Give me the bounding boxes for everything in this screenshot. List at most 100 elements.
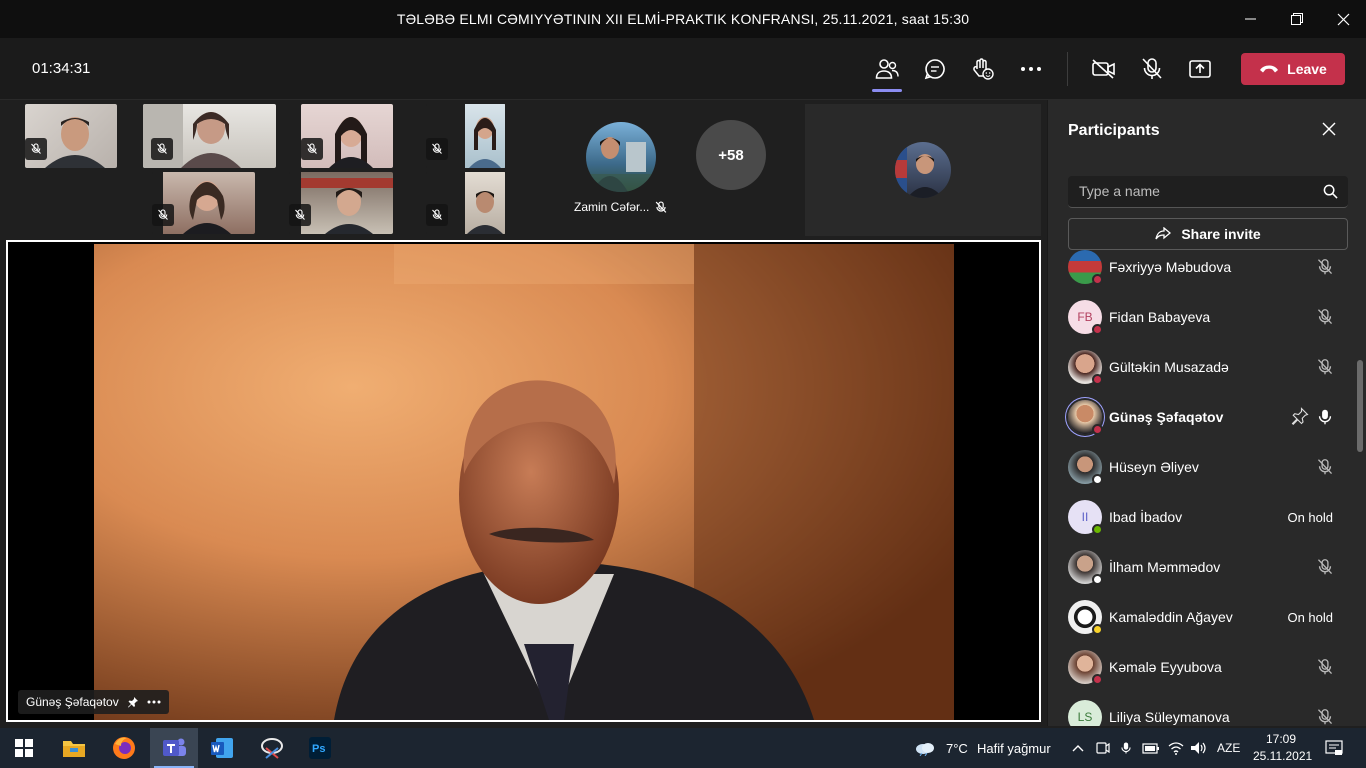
taskbar-file-explorer[interactable] — [50, 728, 98, 768]
leave-button[interactable]: Leave — [1241, 53, 1345, 85]
firefox-icon — [113, 737, 135, 759]
volume-icon[interactable] — [1190, 740, 1208, 756]
close-window-button[interactable] — [1320, 0, 1366, 38]
participant-video-tile[interactable] — [301, 104, 393, 168]
start-button[interactable] — [0, 728, 48, 768]
clock-date[interactable]: 25.11.2021 — [1253, 749, 1312, 763]
participant-list-scrollbar[interactable] — [1357, 360, 1363, 452]
taskbar-word[interactable] — [198, 728, 246, 768]
taskbar-teams[interactable] — [150, 728, 198, 768]
participant-name: Gültəkin Musazadə — [1109, 359, 1229, 375]
input-language[interactable]: AZE — [1217, 741, 1240, 755]
microphone-icon[interactable] — [1120, 739, 1132, 757]
status-indicator — [1092, 524, 1103, 535]
participant-video-tile[interactable] — [426, 104, 506, 168]
avatar-initials: LS — [1077, 710, 1093, 724]
more-icon — [1021, 67, 1041, 71]
participant-video-tile[interactable] — [289, 172, 393, 234]
participant-avatar: LS — [1068, 700, 1102, 726]
participant-row[interactable]: Fəxriyyə Məbudova — [1048, 250, 1353, 292]
mic-toggle-button[interactable] — [1135, 52, 1169, 86]
toolbar-divider — [1067, 52, 1068, 86]
hang-up-icon — [1260, 65, 1279, 73]
participant-avatar — [895, 142, 951, 198]
status-indicator — [1092, 674, 1103, 685]
avatar-initials: FB — [1077, 310, 1093, 324]
weather-temp[interactable]: 7°C — [946, 741, 968, 756]
pin-icon — [127, 697, 138, 708]
participant-row[interactable]: Hüseyn Əliyev — [1048, 442, 1353, 492]
share-screen-button[interactable] — [1183, 52, 1217, 86]
participant-video-tile[interactable] — [426, 172, 506, 234]
pin-icon[interactable] — [1291, 407, 1309, 425]
more-participants-button[interactable]: +58 — [696, 120, 766, 190]
participant-list: Fəxriyyə Məbudova FB Fidan Babayeva Gült… — [1048, 250, 1353, 726]
participant-video-tile[interactable] — [25, 104, 117, 168]
participant-row[interactable]: Kamaləddin Ağayev On hold — [1048, 592, 1353, 642]
search-icon[interactable] — [1323, 184, 1338, 199]
participant-row[interactable]: II Ibad İbadov On hold — [1048, 492, 1353, 542]
participant-avatar[interactable] — [586, 122, 656, 192]
participant-row[interactable]: Kəmalə Eyyubova — [1048, 642, 1353, 692]
more-actions-button[interactable] — [1014, 52, 1048, 86]
participants-button[interactable] — [870, 52, 904, 92]
mic-off-icon — [157, 143, 167, 154]
taskbar-photoshop[interactable]: Ps — [296, 728, 344, 768]
mic-off-icon — [1142, 58, 1162, 79]
participant-video-tile[interactable] — [152, 172, 255, 234]
battery-icon[interactable] — [1142, 741, 1160, 755]
taskbar-snipping-tool[interactable] — [248, 728, 296, 768]
participant-row[interactable]: Günəş Şəfaqətov — [1048, 392, 1353, 442]
chat-button[interactable] — [918, 52, 952, 86]
taskbar-firefox[interactable] — [100, 728, 148, 768]
mic-off-icon — [1317, 659, 1333, 675]
windows-taskbar: Ps 7°C Hafif yağmur AZE 17:09 25.11.2021 — [0, 728, 1366, 768]
participant-row[interactable]: İlham Məmmədov — [1048, 542, 1353, 592]
maximize-button[interactable] — [1274, 0, 1320, 38]
photoshop-icon: Ps — [309, 737, 331, 759]
avatar-initials: II — [1081, 510, 1089, 524]
status-indicator — [1092, 574, 1103, 585]
participant-row[interactable]: FB Fidan Babayeva — [1048, 292, 1353, 342]
more-icon[interactable] — [147, 700, 161, 704]
mic-off-icon — [432, 143, 442, 154]
participant-tile[interactable] — [805, 104, 1041, 236]
wifi-icon[interactable] — [1168, 740, 1184, 756]
participant-video-tile[interactable] — [143, 104, 276, 168]
search-input[interactable] — [1068, 176, 1308, 206]
participant-name: Kəmalə Eyyubova — [1109, 659, 1222, 675]
main-speaker-stage[interactable]: Günəş Şəfaqətov — [6, 240, 1041, 722]
mic-off-icon — [1317, 259, 1333, 275]
clock-time[interactable]: 17:09 — [1266, 732, 1296, 746]
video-feed — [163, 172, 255, 234]
mic-on-icon — [1318, 409, 1332, 425]
status-indicator — [1092, 374, 1103, 385]
status-indicator — [1092, 424, 1103, 435]
participants-panel: Participants Share invite Fəxriyyə Məbud… — [1047, 100, 1366, 726]
mic-off-icon — [432, 209, 442, 220]
share-invite-button[interactable]: Share invite — [1068, 218, 1348, 250]
windows-logo-icon — [15, 739, 33, 757]
weather-text[interactable]: Hafif yağmur — [977, 741, 1051, 756]
participant-search — [1068, 176, 1348, 208]
notification-icon[interactable] — [1325, 740, 1343, 756]
mic-off-icon — [655, 201, 667, 213]
mic-off-icon — [307, 143, 317, 154]
mic-off-indicator — [426, 138, 448, 160]
status-indicator — [1092, 274, 1103, 285]
chevron-up-icon[interactable] — [1072, 744, 1084, 752]
close-panel-button[interactable] — [1322, 122, 1340, 140]
person-video — [301, 178, 393, 234]
person-video — [183, 181, 231, 234]
meet-now-icon[interactable] — [1096, 740, 1110, 756]
participant-row[interactable]: LS Liliya Süleymanova — [1048, 692, 1353, 726]
reactions-button[interactable] — [966, 52, 1000, 86]
participant-row[interactable]: Gültəkin Musazadə — [1048, 342, 1353, 392]
speaker-name-pill[interactable]: Günəş Şəfaqətov — [18, 690, 169, 714]
raise-hand-icon — [973, 58, 994, 80]
status-indicator — [1092, 324, 1103, 335]
hold-status: On hold — [1287, 610, 1333, 625]
close-icon — [1337, 13, 1349, 25]
camera-toggle-button[interactable] — [1087, 52, 1121, 86]
minimize-button[interactable] — [1228, 0, 1274, 38]
